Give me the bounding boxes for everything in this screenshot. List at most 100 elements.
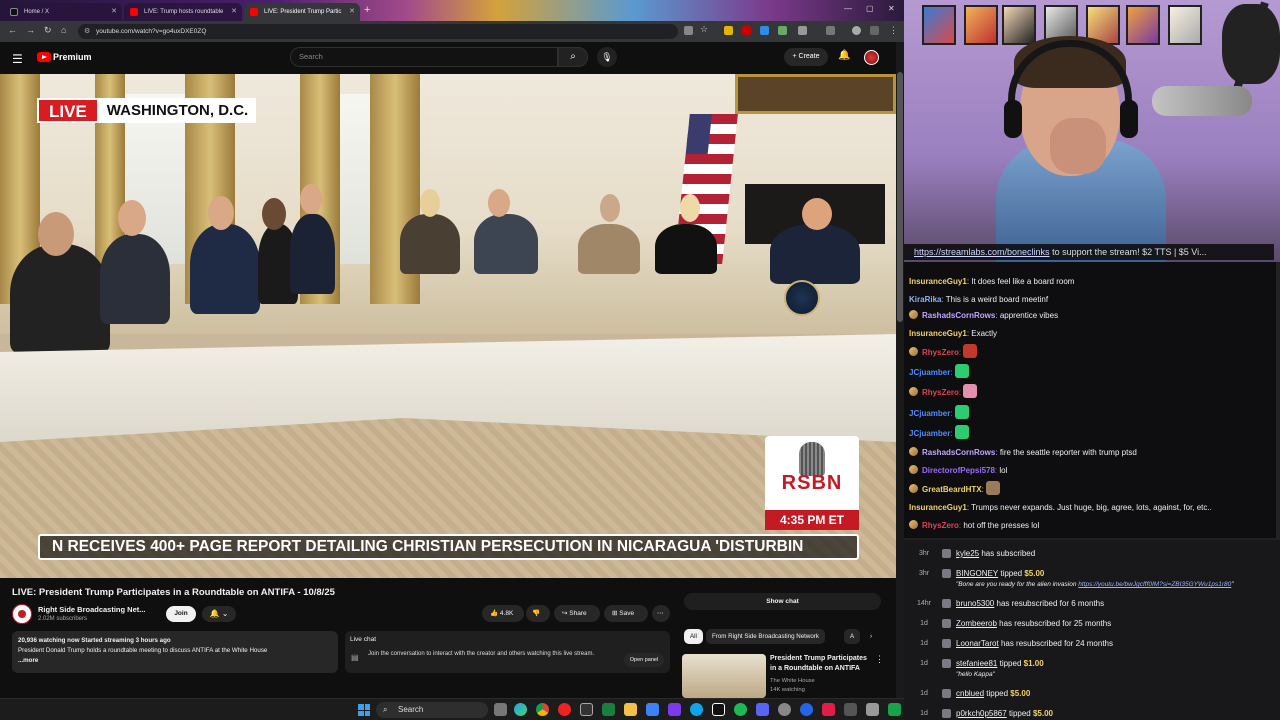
bookmark-star-icon[interactable]: ☆: [700, 24, 709, 34]
share-button[interactable]: ↪ Share: [554, 605, 600, 622]
app-icon[interactable]: [712, 703, 725, 716]
activity-username[interactable]: bruno5300: [956, 599, 994, 608]
activity-row[interactable]: 3hr kyle25 has subscribed: [904, 544, 1280, 564]
activity-username[interactable]: stefaniee81: [956, 659, 997, 668]
forward-icon[interactable]: →: [26, 25, 35, 35]
chevron-right-icon[interactable]: ›: [864, 629, 878, 644]
windows-start-icon[interactable]: [358, 704, 370, 716]
more-link[interactable]: ...more: [18, 656, 332, 666]
chat-username[interactable]: GreatBeardHTX: [922, 485, 982, 494]
chat-username[interactable]: KiraRika: [909, 295, 941, 304]
activity-row[interactable]: 1d cnblued tipped $5.00: [904, 684, 1280, 704]
extension-icon[interactable]: [724, 26, 733, 35]
chat-username[interactable]: RashadsCornRows: [922, 311, 995, 320]
youtube-premium-label[interactable]: Premium: [53, 52, 92, 62]
activity-username[interactable]: p0rkch0p5867: [956, 709, 1007, 718]
extension-icon[interactable]: [684, 26, 693, 35]
page-scrollbar[interactable]: [896, 42, 904, 698]
related-title[interactable]: President Trump Participates in a Roundt…: [770, 654, 874, 674]
app-icon[interactable]: [580, 703, 593, 716]
open-panel-button[interactable]: Open panel: [624, 653, 664, 667]
app-icon[interactable]: [756, 703, 769, 716]
close-icon[interactable]: ✕: [349, 3, 355, 21]
chat-username[interactable]: RhysZero: [922, 348, 959, 357]
menu-kebab-icon[interactable]: ⋮: [889, 25, 898, 36]
activity-row[interactable]: 1d LoonarTarot has resubscribed for 24 mo…: [904, 634, 1280, 654]
video-player[interactable]: LIVE WASHINGTON, D.C. RSBN 4:35 PM ET N …: [0, 74, 896, 578]
activity-username[interactable]: kyle25: [956, 549, 979, 558]
join-button[interactable]: Join: [166, 606, 196, 622]
create-button[interactable]: + Create: [784, 48, 828, 66]
minimize-icon[interactable]: —: [844, 4, 852, 13]
extension-icon[interactable]: [798, 26, 807, 35]
subscribed-bell-button[interactable]: 🔔 ⌄: [202, 606, 236, 622]
reload-icon[interactable]: ↻: [44, 25, 52, 36]
taskbar-search[interactable]: ⌕ Search: [376, 702, 488, 718]
edge-icon[interactable]: [514, 703, 527, 716]
chat-username[interactable]: RhysZero: [922, 521, 959, 530]
dislike-button[interactable]: 👎: [526, 605, 550, 622]
related-menu-icon[interactable]: ⋮: [875, 654, 884, 665]
app-icon[interactable]: [844, 703, 857, 716]
profile-icon[interactable]: [852, 26, 861, 35]
extension-icon[interactable]: [742, 26, 751, 35]
close-icon[interactable]: ✕: [231, 3, 237, 21]
chat-username[interactable]: JCjuamber: [909, 368, 950, 377]
app-icon[interactable]: [866, 703, 879, 716]
more-actions-button[interactable]: ⋯: [652, 605, 670, 622]
activity-row[interactable]: 1d p0rkch0p5867 tipped $5.00: [904, 704, 1280, 720]
app-icon[interactable]: [822, 703, 835, 716]
chip-more[interactable]: A: [844, 629, 861, 644]
donation-link[interactable]: https://streamlabs.com/boneclinks: [914, 247, 1050, 257]
app-icon[interactable]: [778, 703, 791, 716]
notifications-bell-icon[interactable]: 🔔: [838, 50, 850, 61]
hamburger-menu-icon[interactable]: ☰: [12, 52, 23, 66]
extension-icon[interactable]: [778, 26, 787, 35]
account-avatar[interactable]: [864, 50, 879, 65]
new-tab-button[interactable]: +: [364, 4, 370, 16]
tab-roundtable[interactable]: LIVE: Trump hosts roundtable ✕: [124, 3, 242, 21]
tip-message-link[interactable]: https://youtu.be/bwJgcfff0IM?si=ZBI35GYW…: [1078, 581, 1231, 588]
extension-icon[interactable]: [760, 26, 769, 35]
extension-icon[interactable]: [870, 26, 879, 35]
activity-username[interactable]: BINGONEY: [956, 569, 998, 578]
url-field[interactable]: ⚙ youtube.com/watch?v=go4uxDXE0ZQ: [78, 24, 678, 39]
activity-row[interactable]: 14hr bruno5300 has resubscribed for 6 mon…: [904, 594, 1280, 614]
like-button[interactable]: 👍 4.8K: [482, 605, 524, 622]
app-icon[interactable]: [558, 703, 571, 716]
chip-from-channel[interactable]: From Right Side Broadcasting Network: [706, 629, 825, 644]
chat-scrollbar[interactable]: [1276, 262, 1280, 538]
chat-username[interactable]: RhysZero: [922, 388, 959, 397]
app-icon[interactable]: [800, 703, 813, 716]
close-window-icon[interactable]: ✕: [888, 4, 895, 13]
app-icon[interactable]: [734, 703, 747, 716]
channel-avatar[interactable]: [12, 604, 32, 624]
related-thumbnail[interactable]: [682, 654, 766, 698]
microphone-icon[interactable]: 🎙: [597, 47, 617, 67]
activity-username[interactable]: Zombeerob: [956, 619, 997, 628]
maximize-icon[interactable]: ▢: [866, 4, 874, 13]
chat-username[interactable]: RashadsCornRows: [922, 448, 995, 457]
chat-username[interactable]: InsuranceGuy1: [909, 277, 967, 286]
activity-username[interactable]: cnblued: [956, 689, 984, 698]
app-icon[interactable]: [646, 703, 659, 716]
chat-username[interactable]: InsuranceGuy1: [909, 329, 967, 338]
chat-username[interactable]: InsuranceGuy1: [909, 503, 967, 512]
close-icon[interactable]: ✕: [111, 3, 117, 21]
search-icon[interactable]: ⌕: [558, 47, 588, 67]
activity-username[interactable]: LoonarTarot: [956, 639, 999, 648]
chat-username[interactable]: DirectorofPepsi578: [922, 466, 995, 475]
home-icon[interactable]: ⌂: [61, 25, 66, 35]
file-explorer-icon[interactable]: [624, 703, 637, 716]
search-input[interactable]: Search: [290, 47, 558, 67]
chat-username[interactable]: JCjuamber: [909, 409, 950, 418]
chat-username[interactable]: JCjuamber: [909, 429, 950, 438]
description-box[interactable]: 20,936 watching now Started streaming 3 …: [12, 631, 338, 673]
chrome-icon[interactable]: [536, 703, 549, 716]
scrollbar-thumb[interactable]: [897, 72, 903, 322]
save-button[interactable]: ⊞ Save: [604, 605, 648, 622]
app-icon[interactable]: [602, 703, 615, 716]
youtube-logo-icon[interactable]: [37, 52, 51, 62]
show-chat-button[interactable]: Show chat: [684, 593, 881, 610]
app-icon[interactable]: [888, 703, 901, 716]
